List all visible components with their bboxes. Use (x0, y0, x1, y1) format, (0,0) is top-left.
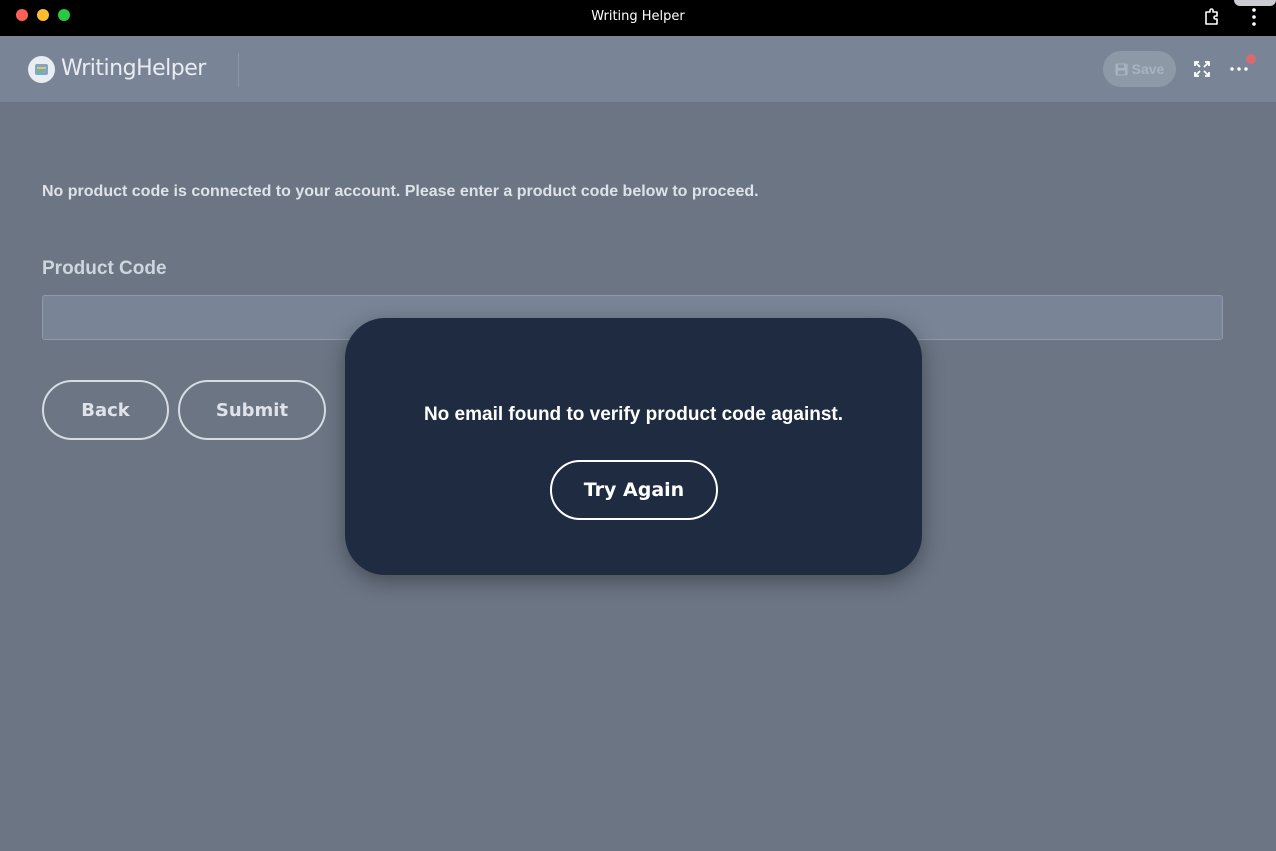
save-button-label: Save (1131, 61, 1165, 77)
app-header: WritingHelper Save (0, 36, 1276, 102)
modal-message: No email found to verify product code ag… (423, 404, 844, 425)
window-titlebar: Writing Helper (0, 0, 1276, 36)
back-button[interactable]: Back (42, 380, 169, 440)
titlebar-tab-handle (1234, 0, 1276, 6)
no-product-code-notice: No product code is connected to your acc… (42, 183, 759, 200)
submit-button[interactable]: Submit (178, 380, 326, 440)
writing-helper-logo-icon (28, 56, 55, 83)
kebab-menu-icon[interactable] (1244, 6, 1264, 28)
expand-icon[interactable] (1193, 60, 1211, 78)
ellipsis-icon[interactable] (1229, 62, 1249, 76)
puzzle-extension-icon[interactable] (1202, 7, 1222, 27)
floppy-disk-icon (1115, 63, 1128, 75)
save-button[interactable]: Save (1103, 51, 1176, 87)
app-logo-text: WritingHelper (61, 56, 206, 81)
error-modal: No email found to verify product code ag… (345, 318, 922, 575)
try-again-button[interactable]: Try Again (550, 460, 718, 520)
product-code-label: Product Code (42, 258, 167, 279)
notification-dot (1246, 54, 1256, 64)
window-title: Writing Helper (591, 9, 685, 24)
header-divider (238, 53, 239, 87)
